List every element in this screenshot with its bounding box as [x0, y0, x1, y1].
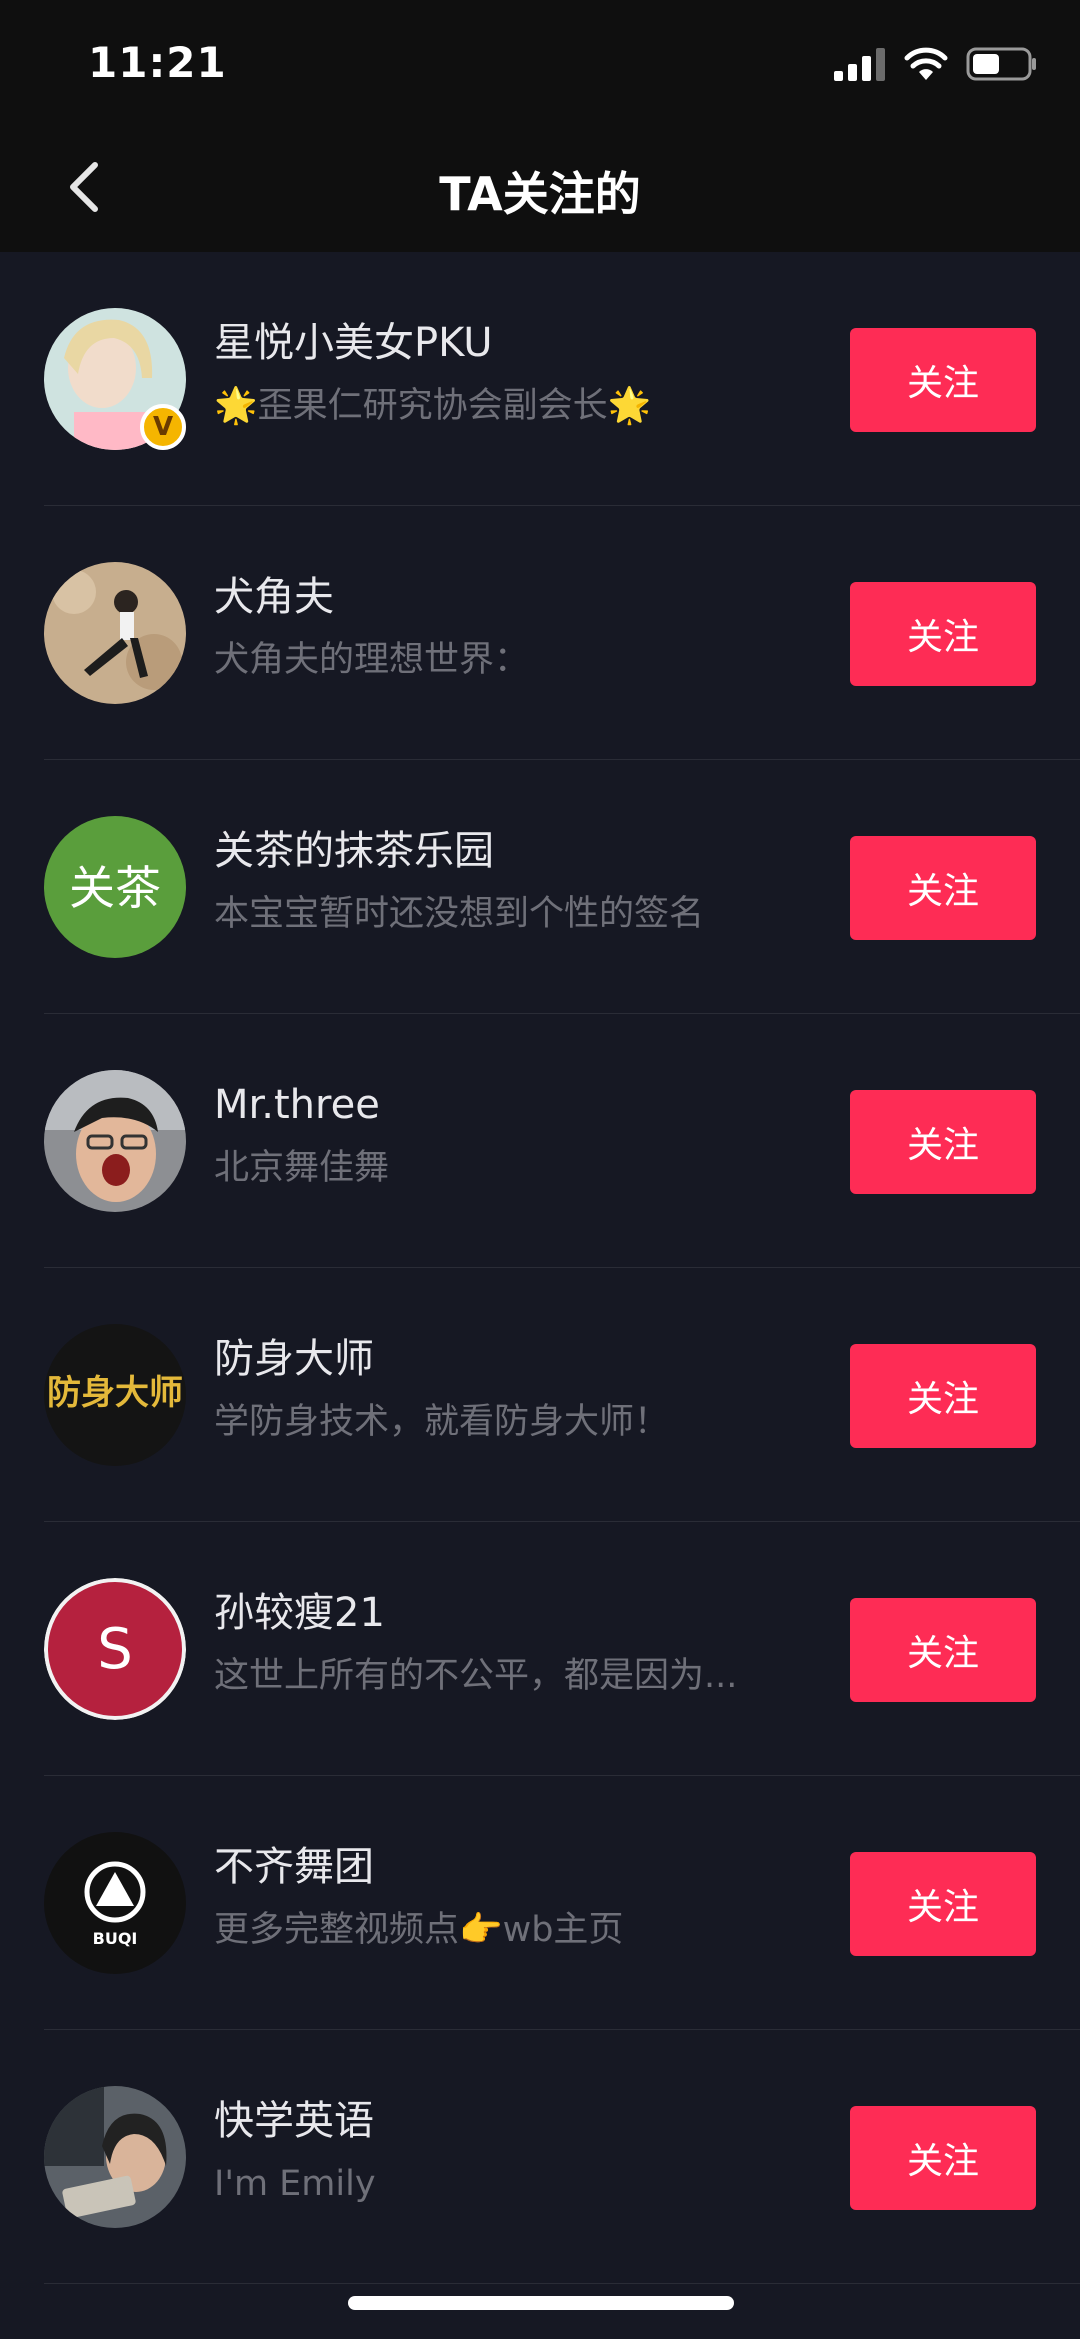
avatar[interactable]: S — [44, 1578, 186, 1720]
avatar-text: 防身大师 — [47, 1373, 183, 1413]
avatar[interactable] — [44, 1070, 186, 1212]
user-bio: 本宝宝暂时还没想到个性的签名 — [214, 894, 705, 934]
user-info: 不齐舞团 更多完整视频点👉wb主页 — [214, 1840, 804, 1954]
user-bio: 北京舞佳舞 — [214, 1148, 390, 1188]
user-info: 星悦小美女PKU 🌟歪果仁研究协会副会长🌟 — [214, 316, 804, 430]
follow-button[interactable]: 关注 — [850, 836, 1036, 940]
avatar[interactable]: 关茶 — [44, 816, 186, 958]
screen: 11:21 TA关注的 V 星悦小美女PKU 🌟歪果仁研究协会副会长🌟 关注 犬… — [0, 0, 1080, 2339]
follow-button[interactable]: 关注 — [850, 328, 1036, 432]
follow-button[interactable]: 关注 — [850, 2106, 1036, 2210]
user-info: 孙较瘦21 这世上所有的不公平，都是因为... — [214, 1586, 804, 1700]
list-item[interactable]: V 星悦小美女PKU 🌟歪果仁研究协会副会长🌟 关注 — [0, 252, 1080, 506]
user-bio: I'm Emily — [214, 2164, 376, 2204]
user-bio: 这世上所有的不公平，都是因为... — [214, 1656, 738, 1696]
page-title: TA关注的 — [439, 167, 641, 221]
follow-button[interactable]: 关注 — [850, 1852, 1036, 1956]
avatar[interactable]: BUQI — [44, 1832, 186, 1974]
user-info: 关茶的抹茶乐园 本宝宝暂时还没想到个性的签名 — [214, 824, 804, 938]
user-bio: 🌟歪果仁研究协会副会长🌟 — [214, 386, 652, 426]
avatar[interactable]: 防身大师 — [44, 1324, 186, 1466]
avatar[interactable] — [44, 562, 186, 704]
user-info: 犬角夫 犬角夫的理想世界： — [214, 570, 804, 684]
user-bio: 更多完整视频点👉wb主页 — [214, 1910, 624, 1950]
status-bar: 11:21 — [0, 0, 1080, 130]
avatar-text: BUQI — [93, 1929, 138, 1948]
user-bio: 犬角夫的理想世界： — [214, 640, 530, 680]
battery-icon — [966, 46, 1038, 86]
avatar-text: 关茶 — [69, 861, 161, 915]
user-name: 快学英语 — [214, 2098, 374, 2144]
user-name: 星悦小美女PKU — [214, 320, 493, 366]
list-item[interactable]: 快学英语 I'm Emily 关注 — [0, 2030, 1080, 2284]
list-item[interactable]: BUQI 不齐舞团 更多完整视频点👉wb主页 关注 — [0, 1776, 1080, 2030]
user-info: 快学英语 I'm Emily — [214, 2094, 804, 2208]
user-name: 关茶的抹茶乐园 — [214, 828, 494, 874]
user-bio: 学防身技术，就看防身大师！ — [214, 1402, 670, 1442]
follow-button[interactable]: 关注 — [850, 582, 1036, 686]
wifi-icon — [904, 47, 948, 85]
divider — [44, 2283, 1080, 2284]
user-name: 不齐舞团 — [214, 1844, 374, 1890]
verified-badge-icon: V — [140, 404, 186, 450]
avatar-text: S — [97, 1617, 133, 1682]
user-name: 孙较瘦21 — [214, 1590, 385, 1636]
cellular-signal-icon — [834, 47, 886, 85]
status-time: 11:21 — [88, 38, 227, 87]
home-indicator — [348, 2296, 734, 2310]
list-item[interactable]: S 孙较瘦21 这世上所有的不公平，都是因为... 关注 — [0, 1522, 1080, 1776]
avatar[interactable] — [44, 2086, 186, 2228]
user-name: 犬角夫 — [214, 574, 334, 620]
user-info: 防身大师 学防身技术，就看防身大师！ — [214, 1332, 804, 1446]
follow-button[interactable]: 关注 — [850, 1598, 1036, 1702]
user-name: 防身大师 — [214, 1336, 374, 1382]
navigation-bar: TA关注的 — [0, 130, 1080, 252]
follow-button[interactable]: 关注 — [850, 1344, 1036, 1448]
user-info: Mr.three 北京舞佳舞 — [214, 1078, 804, 1192]
status-icons — [834, 46, 1038, 86]
list-item[interactable]: Mr.three 北京舞佳舞 关注 — [0, 1014, 1080, 1268]
list-item[interactable]: 关茶 关茶的抹茶乐园 本宝宝暂时还没想到个性的签名 关注 — [0, 760, 1080, 1014]
user-name: Mr.three — [214, 1082, 380, 1128]
list-item[interactable]: 犬角夫 犬角夫的理想世界： 关注 — [0, 506, 1080, 760]
list-item[interactable]: 防身大师 防身大师 学防身技术，就看防身大师！ 关注 — [0, 1268, 1080, 1522]
follow-button[interactable]: 关注 — [850, 1090, 1036, 1194]
following-list: V 星悦小美女PKU 🌟歪果仁研究协会副会长🌟 关注 犬角夫 犬角夫的理想世界：… — [0, 252, 1080, 2284]
